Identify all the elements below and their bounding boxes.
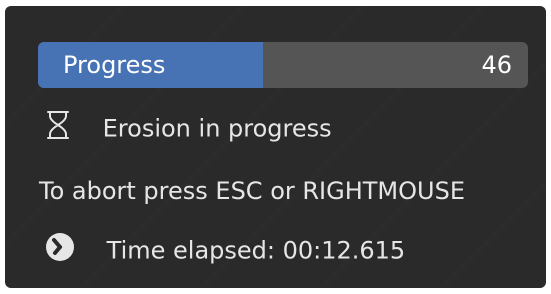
time-elapsed-text: Time elapsed: 00:12.615 [106, 236, 406, 265]
status-row: Erosion in progress [45, 110, 332, 147]
progress-label: Progress [63, 51, 166, 79]
progress-value: 46 [481, 51, 512, 79]
hourglass-icon [45, 110, 71, 147]
clock-icon [45, 232, 75, 269]
status-text: Erosion in progress [102, 114, 332, 143]
progress-bar: Progress 46 [38, 42, 528, 88]
abort-hint: To abort press ESC or RIGHTMOUSE [39, 177, 465, 205]
progress-popup-panel: Progress 46 Erosion in progress To abort… [5, 6, 546, 288]
timer-row: Time elapsed: 00:12.615 [45, 232, 405, 269]
